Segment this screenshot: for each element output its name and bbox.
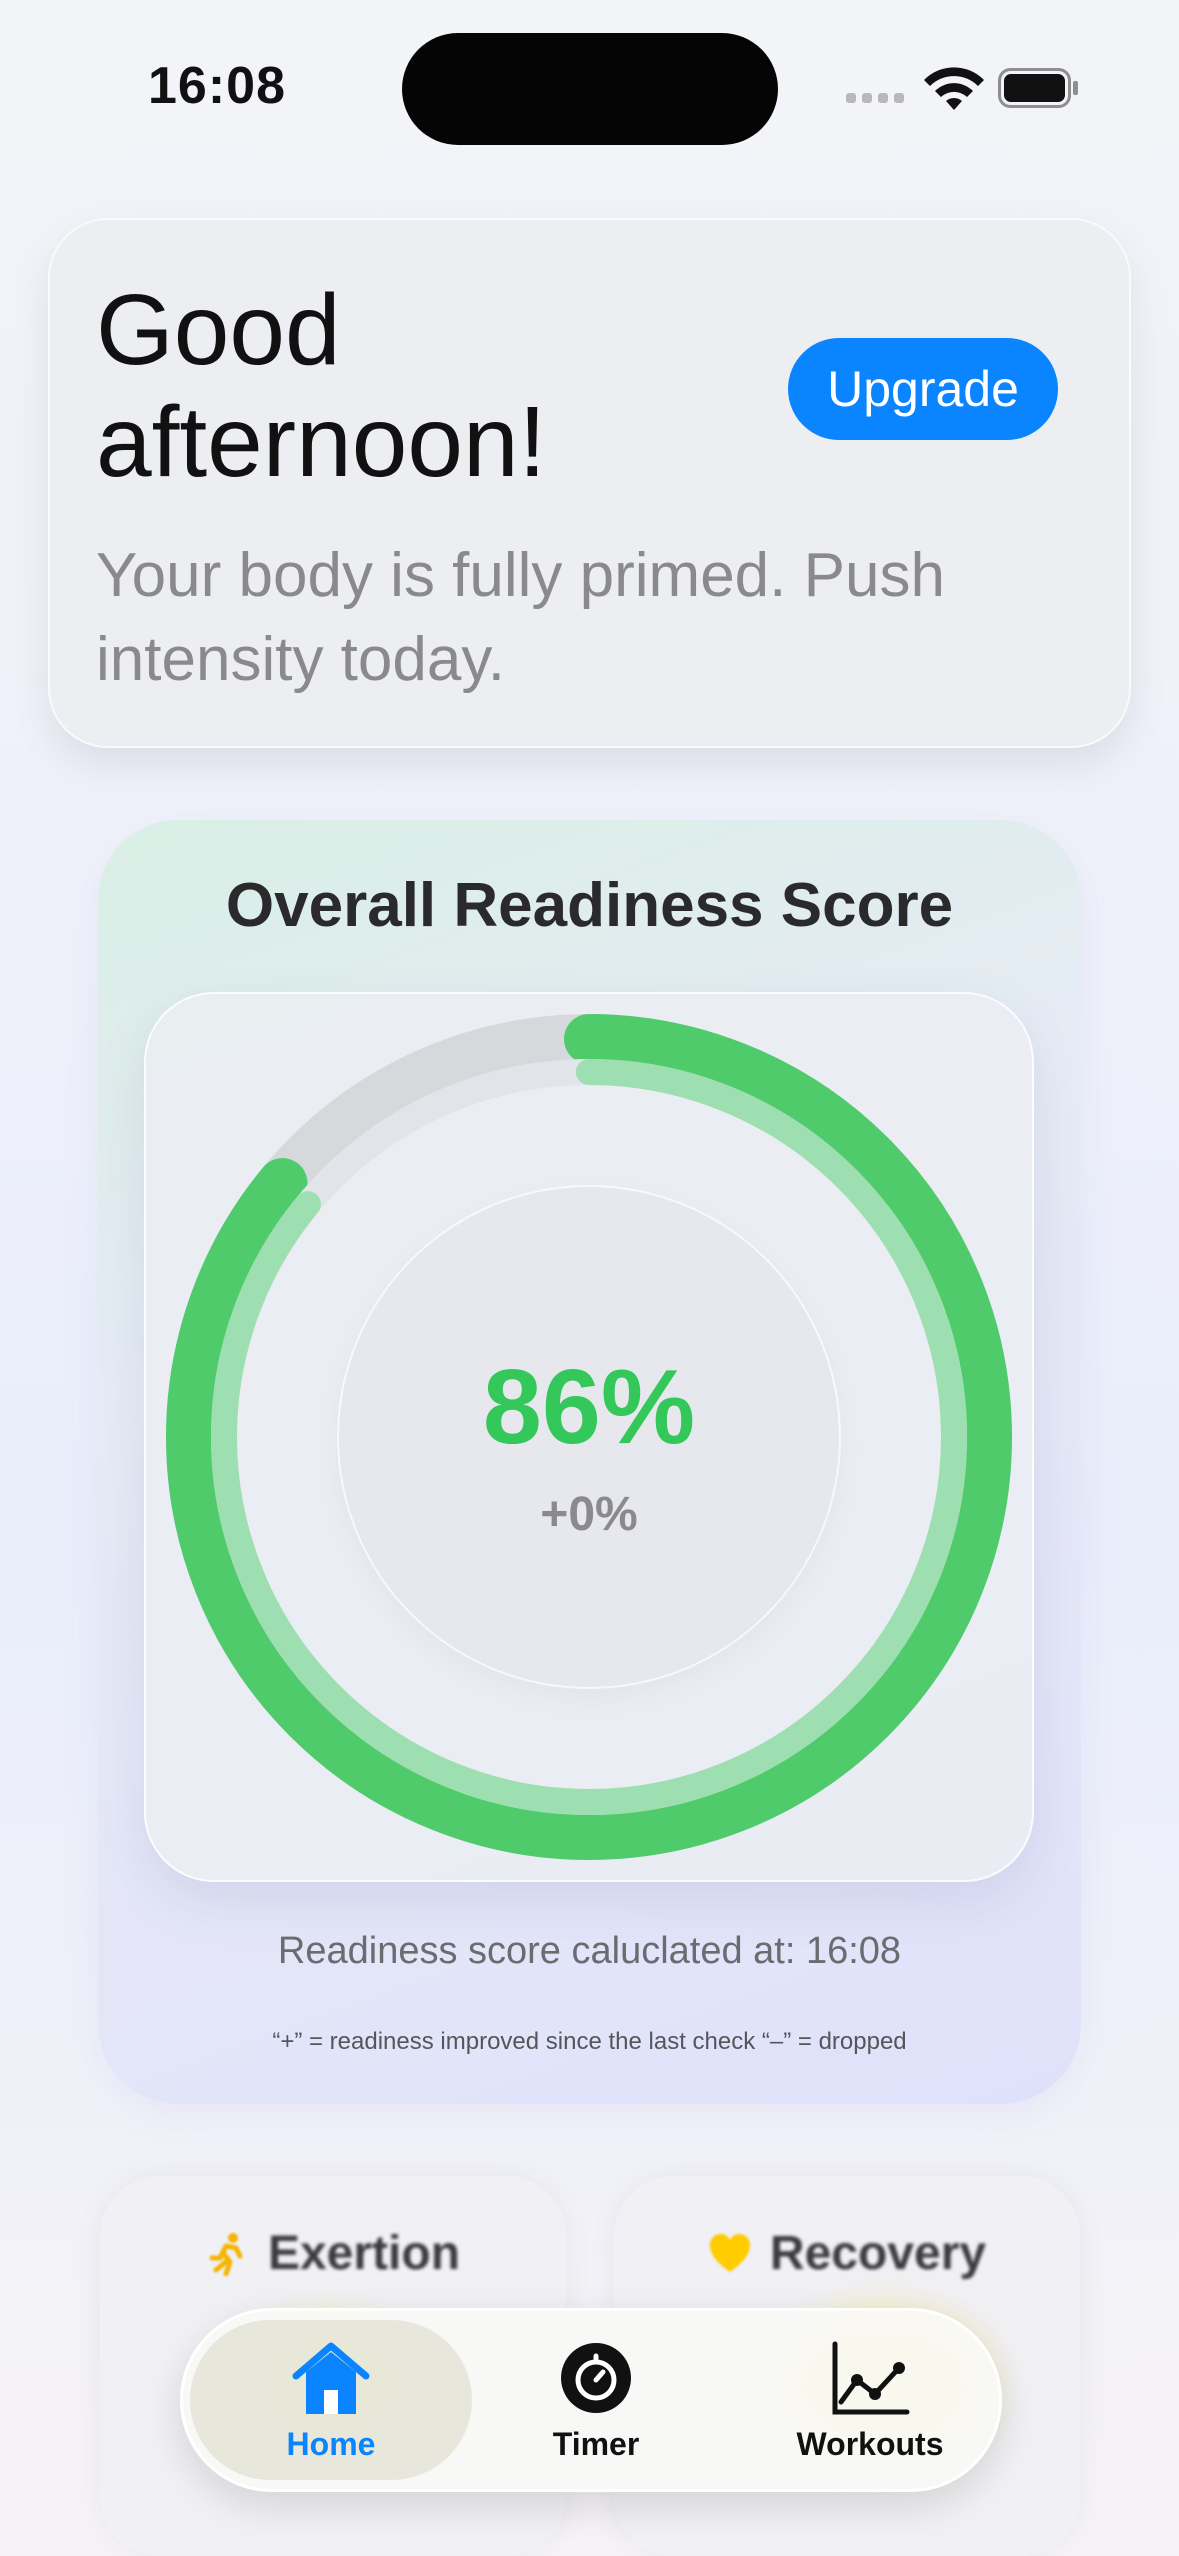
upgrade-button[interactable]: Upgrade: [788, 338, 1058, 440]
greeting-subtitle: Your body is fully primed. Push intensit…: [96, 541, 945, 694]
home-icon: [292, 2342, 370, 2414]
recovery-title: Recovery: [769, 2227, 987, 2280]
readiness-delta: +0%: [540, 1488, 638, 1541]
dynamic-island: [402, 33, 778, 145]
greeting-card: Good afternoon! Upgrade Your body is ful…: [48, 218, 1131, 748]
running-icon: [209, 2232, 243, 2276]
readiness-card: Overall Readiness Score 86% +0% Readines…: [98, 820, 1081, 2104]
tab-workouts-label: Workouts: [796, 2425, 944, 2462]
cellular-icon: [846, 93, 904, 103]
readiness-title: Overall Readiness Score: [225, 871, 954, 940]
status-bar: 16:08: [0, 0, 1179, 170]
exertion-title: Exertion: [267, 2227, 461, 2280]
battery-icon: [998, 68, 1078, 108]
readiness-ring-panel: 86% +0%: [144, 992, 1034, 1882]
readiness-score: 86%: [482, 1348, 696, 1466]
chart-icon: [832, 2341, 910, 2414]
tab-home[interactable]: Home: [190, 2308, 472, 2492]
timer-icon: [561, 2342, 631, 2413]
tab-home-label: Home: [286, 2425, 376, 2462]
tab-bar: Home Timer Workouts: [180, 2308, 1002, 2492]
heart-icon: [709, 2233, 750, 2272]
tab-timer[interactable]: Timer: [496, 2308, 696, 2492]
readiness-calculated-at: Readiness score caluclated at: 16:08: [277, 1930, 902, 1972]
tab-timer-label: Timer: [552, 2425, 640, 2462]
wifi-icon: [924, 67, 984, 110]
readiness-legend: “+” = readiness improved since the last …: [272, 2028, 907, 2055]
greeting-title: Good afternoon!: [96, 274, 547, 498]
readiness-center: 86% +0%: [339, 1187, 839, 1687]
status-time: 16:08: [148, 57, 286, 115]
tab-workouts[interactable]: Workouts: [740, 2308, 1000, 2492]
